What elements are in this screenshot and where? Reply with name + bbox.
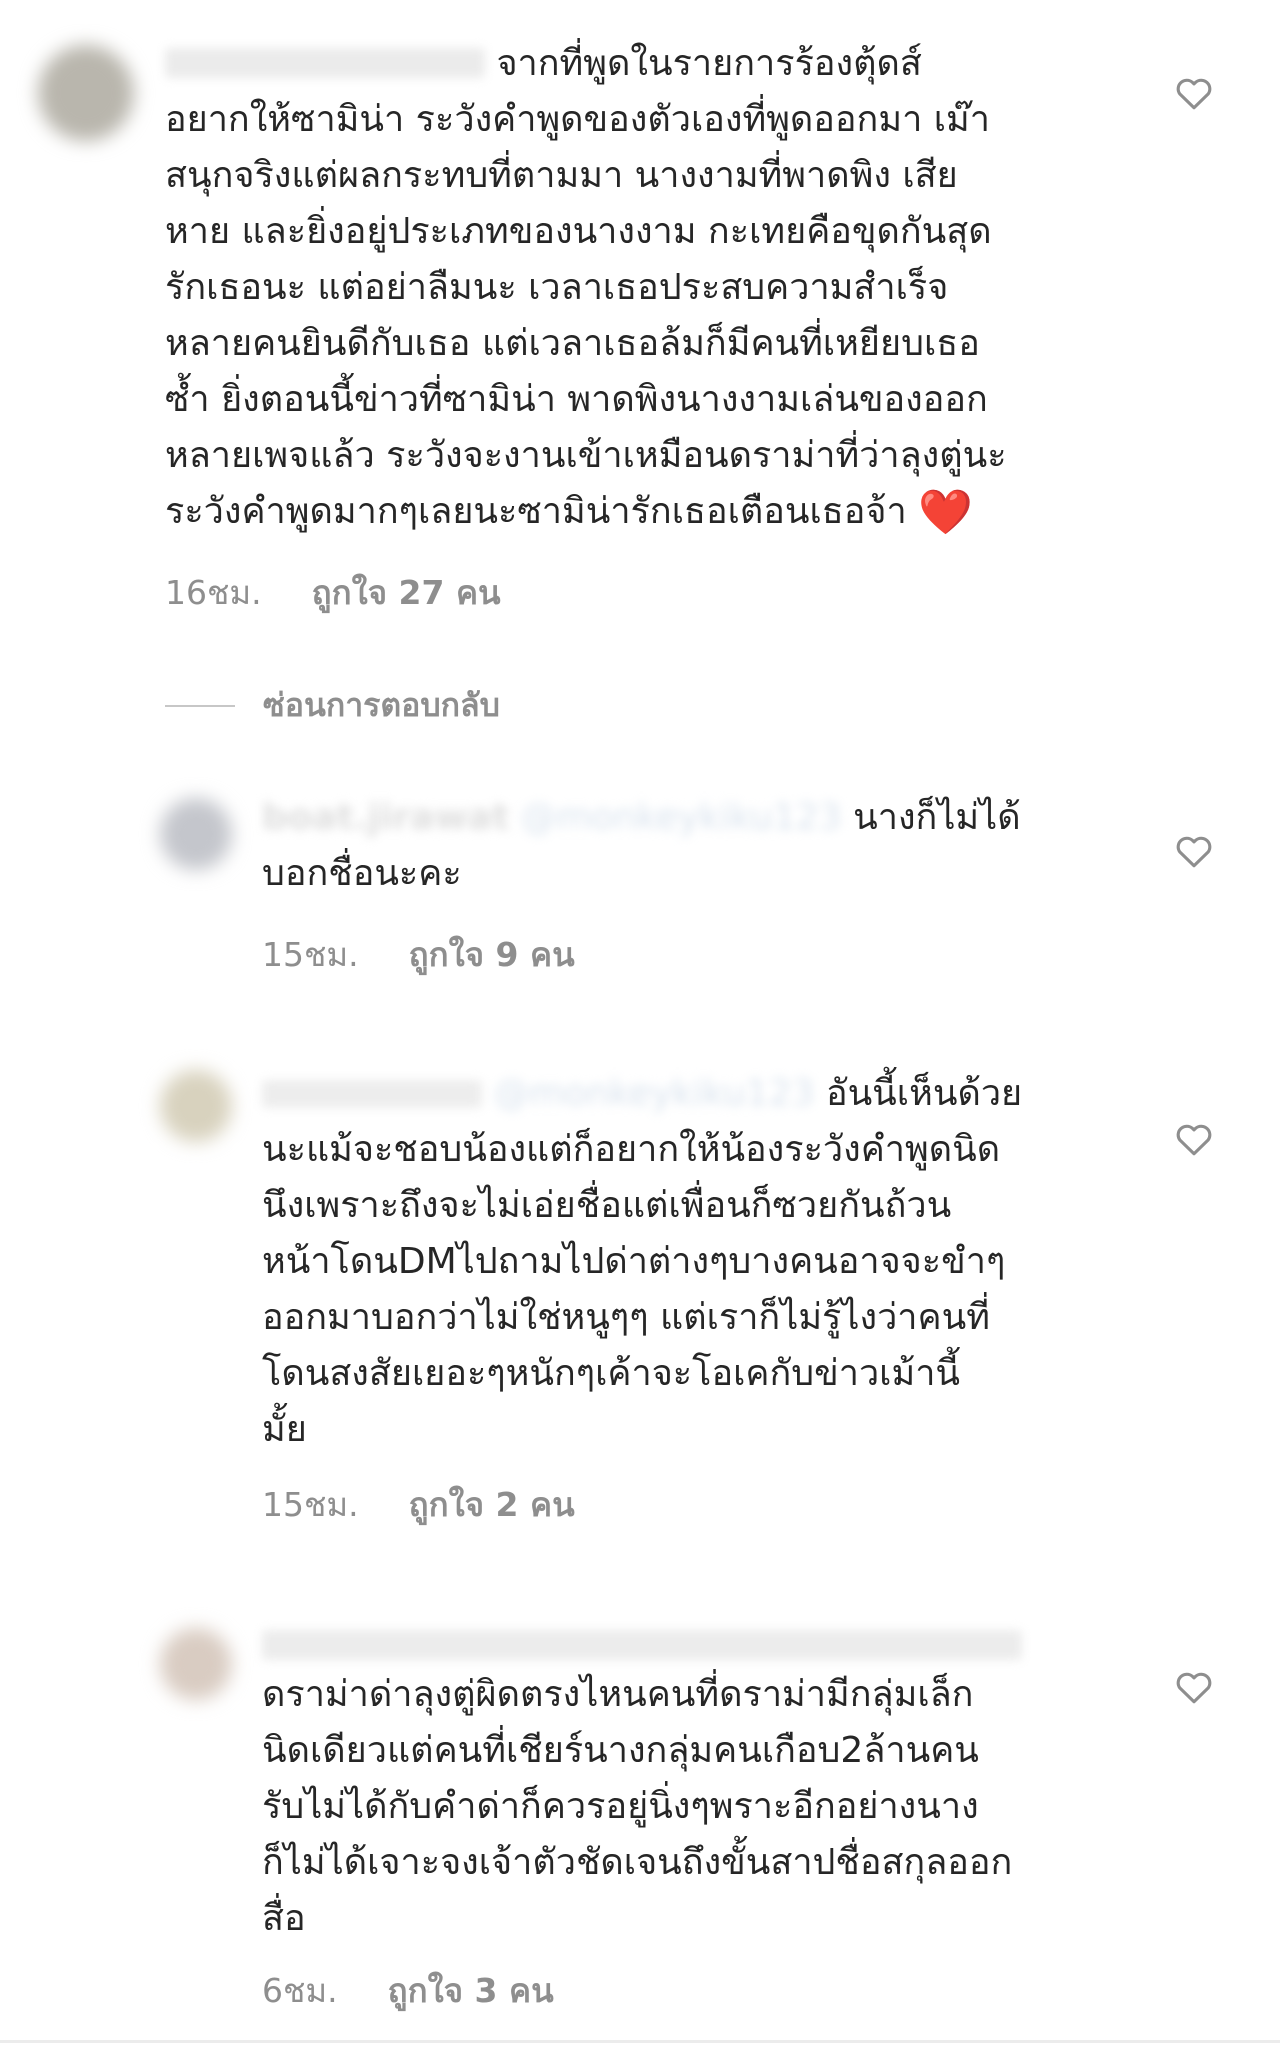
username-blurred[interactable] [262,1080,482,1108]
comment-line: สนุกจริงแต่ผลกระทบที่ตามมา นางงามที่พาดพ… [165,155,958,196]
comment-time: 6ชม. [262,1971,338,2010]
comment-line: สื่อ [262,1898,306,1939]
comment-line: โดนสงสัยเยอะๆหนักๆเค้าจะโอเคกับข่าวเม้าน… [262,1353,961,1394]
comment-line: หลายคนยินดีกับเธอ แต่เวลาเธอล้มก็มีคนที่… [165,323,980,364]
comment-line: รักเธอนะ แต่อย่าลืมนะ เวลาเธอประสบความสำ… [165,267,949,308]
comment-meta: 6ชม. ถูกใจ 3 คน [262,1964,554,2017]
comment-line: หาย และยิ่งอยู่ประเภทของนางงาม กะเทยคือข… [165,211,992,252]
mention-link[interactable]: @monkeykiku123 [521,797,842,838]
comment-meta: 15ชม. ถูกใจ 9 คน [262,928,575,981]
comment-1: จากที่พูดในรายการร้องตุ้ดส์ อยากให้ซามิน… [0,0,1280,640]
comment-line: อยากให้ซามิน่า ระวังคำพูดของตัวเองที่พูด… [165,99,990,140]
comment-line: มั้ย [262,1409,307,1450]
likes-count[interactable]: ถูกใจ 9 คน [409,935,575,974]
comment-line: อันนี้เห็นด้วย [825,1073,1023,1114]
reply-2: @monkeykiku123 อันนี้เห็นด้วย นะแม้จะชอบ… [0,1030,1280,1540]
comment-time: 16ชม. [165,573,262,612]
comment-time: 15ชม. [262,935,359,974]
username-blurred[interactable] [165,48,485,78]
bottom-divider [0,2040,1280,2043]
comment-line: นึงเพราะถึงจะไม่เอ่ยชื่อแต่เพื่อนก็ซวยกั… [262,1185,952,1226]
comment-text: boat.jirawat @monkeykiku123 นางก็ไม่ได้ … [262,790,1122,902]
comment-meta: 15ชม. ถูกใจ 2 คน [262,1478,575,1531]
avatar[interactable] [160,798,232,870]
comment-line: ซ้ำ ยิ่งตอนนี้ข่าวที่ซามิน่า พาดพิงนางงา… [165,379,988,420]
comment-time: 15ชม. [262,1485,359,1524]
comment-line: ดราม่าด่าลุงตู่ผิดตรงไหนคนที่ดราม่ามีกลุ… [262,1674,974,1715]
avatar[interactable] [38,45,134,141]
comment-line: ก็ไม่ได้เจาะจงเจ้าตัวชัดเจนถึงขั้นสาปชื่… [262,1842,1013,1883]
heart-outline-icon [1176,836,1212,868]
username-blurred[interactable] [262,1630,1022,1660]
heart-outline-icon [1176,78,1212,110]
comment-line: นะแม้จะชอบน้องแต่ก็อยากให้น้องระวังคำพูด… [262,1129,1001,1170]
comment-line: ระวังคำพูดมากๆเลยนะซามิน่ารักเธอเตือนเธอ… [165,491,907,532]
comment-line: ออกมาบอกว่าไม่ใช่หนูๆๆ แต่เราก็ไม่รู้ไงว… [262,1297,990,1338]
comment-line: รับไม่ได้กับคำด่าก็ควรอยู่นิ่งๆพราะอีกอย… [262,1786,979,1827]
comment-text: จากที่พูดในรายการร้องตุ้ดส์ อยากให้ซามิน… [165,36,1125,541]
mention-link[interactable]: @monkeykiku123 [493,1073,814,1114]
likes-count[interactable]: ถูกใจ 2 คน [409,1485,575,1524]
comment-meta: 16ชม. ถูกใจ 27 คน [165,566,501,619]
username[interactable]: boat.jirawat [262,797,509,838]
comment-line: หน้าโดนDMไปถามไปด่าต่างๆบางคนอาจจะขำๆ [262,1241,1006,1282]
like-button[interactable] [1172,828,1216,872]
like-button[interactable] [1172,1116,1216,1160]
like-button[interactable] [1172,1664,1216,1708]
hide-replies-label: ซ่อนการตอบกลับ [263,686,500,724]
comment-line: นิดเดียวแต่คนที่เชียร์นางกลุ่มคนเกือบ2ล้… [262,1730,979,1771]
hide-replies-toggle[interactable]: ซ่อนการตอบกลับ [165,680,500,731]
heart-outline-icon [1176,1124,1212,1156]
comment-line: บอกชื่อนะคะ [262,853,462,894]
comment-line: นางก็ไม่ได้ [853,797,1021,838]
like-button[interactable] [1172,70,1216,114]
red-heart-emoji-icon: ❤️ [918,487,973,538]
reply-3: ดราม่าด่าลุงตู่ผิดตรงไหนคนที่ดราม่ามีกลุ… [0,1580,1280,2020]
reply-1: boat.jirawat @monkeykiku123 นางก็ไม่ได้ … [0,760,1280,990]
heart-outline-icon [1176,1672,1212,1704]
replies-divider [165,704,235,707]
likes-count[interactable]: ถูกใจ 27 คน [312,573,501,612]
comment-text: @monkeykiku123 อันนี้เห็นด้วย นะแม้จะชอบ… [262,1066,1122,1458]
likes-count[interactable]: ถูกใจ 3 คน [388,1971,554,2010]
comment-text: ดราม่าด่าลุงตู่ผิดตรงไหนคนที่ดราม่ามีกลุ… [262,1667,1122,1947]
avatar[interactable] [160,1628,232,1700]
avatar[interactable] [160,1070,232,1142]
comment-line: หลายเพจแล้ว ระวังจะงานเข้าเหมือนดราม่าที… [165,435,1007,476]
comment-line: จากที่พูดในรายการร้องตุ้ดส์ [496,43,922,84]
